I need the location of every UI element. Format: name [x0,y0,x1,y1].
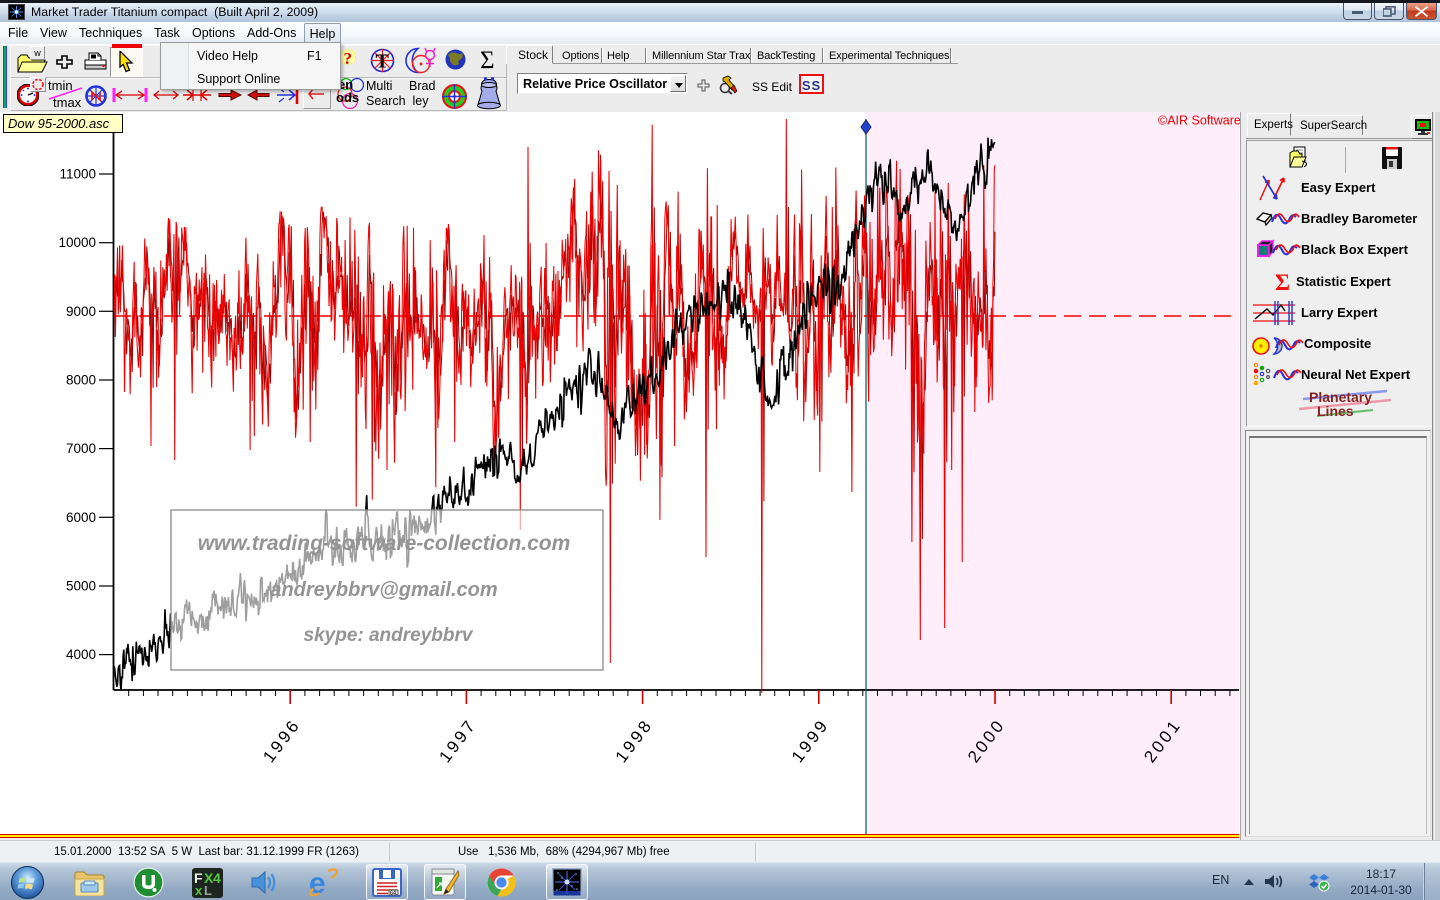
svg-text:64:: 64: [390,891,398,897]
svg-text:andreybbrv@gmail.com: andreybbrv@gmail.com [270,579,497,601]
svg-text:↗: ↗ [436,880,444,890]
svg-text:8000: 8000 [66,373,96,388]
svg-text:T: T [376,51,390,73]
svg-text:skype: andreybbrv: skype: andreybbrv [304,625,474,646]
svg-text:7000: 7000 [66,441,96,456]
svg-text:4000: 4000 [66,647,96,662]
svg-text:L: L [204,883,212,898]
svg-text:9000: 9000 [66,304,96,319]
svg-text:Σ: Σ [1275,270,1290,295]
svg-text:5000: 5000 [66,579,96,594]
svg-text:ods: ods [336,90,359,105]
svg-text:©AIR Software: ©AIR Software [1158,114,1240,128]
svg-text:10000: 10000 [58,235,96,250]
svg-text:6000: 6000 [66,510,96,525]
svg-text:4: 4 [213,870,221,886]
svg-text:x: x [195,883,203,898]
svg-text:www.trading-software-collectio: www.trading-software-collection.com [198,532,571,555]
svg-text:11000: 11000 [59,167,96,182]
svg-text:Lines: Lines [1317,403,1354,419]
svg-text:?: ? [344,49,353,68]
